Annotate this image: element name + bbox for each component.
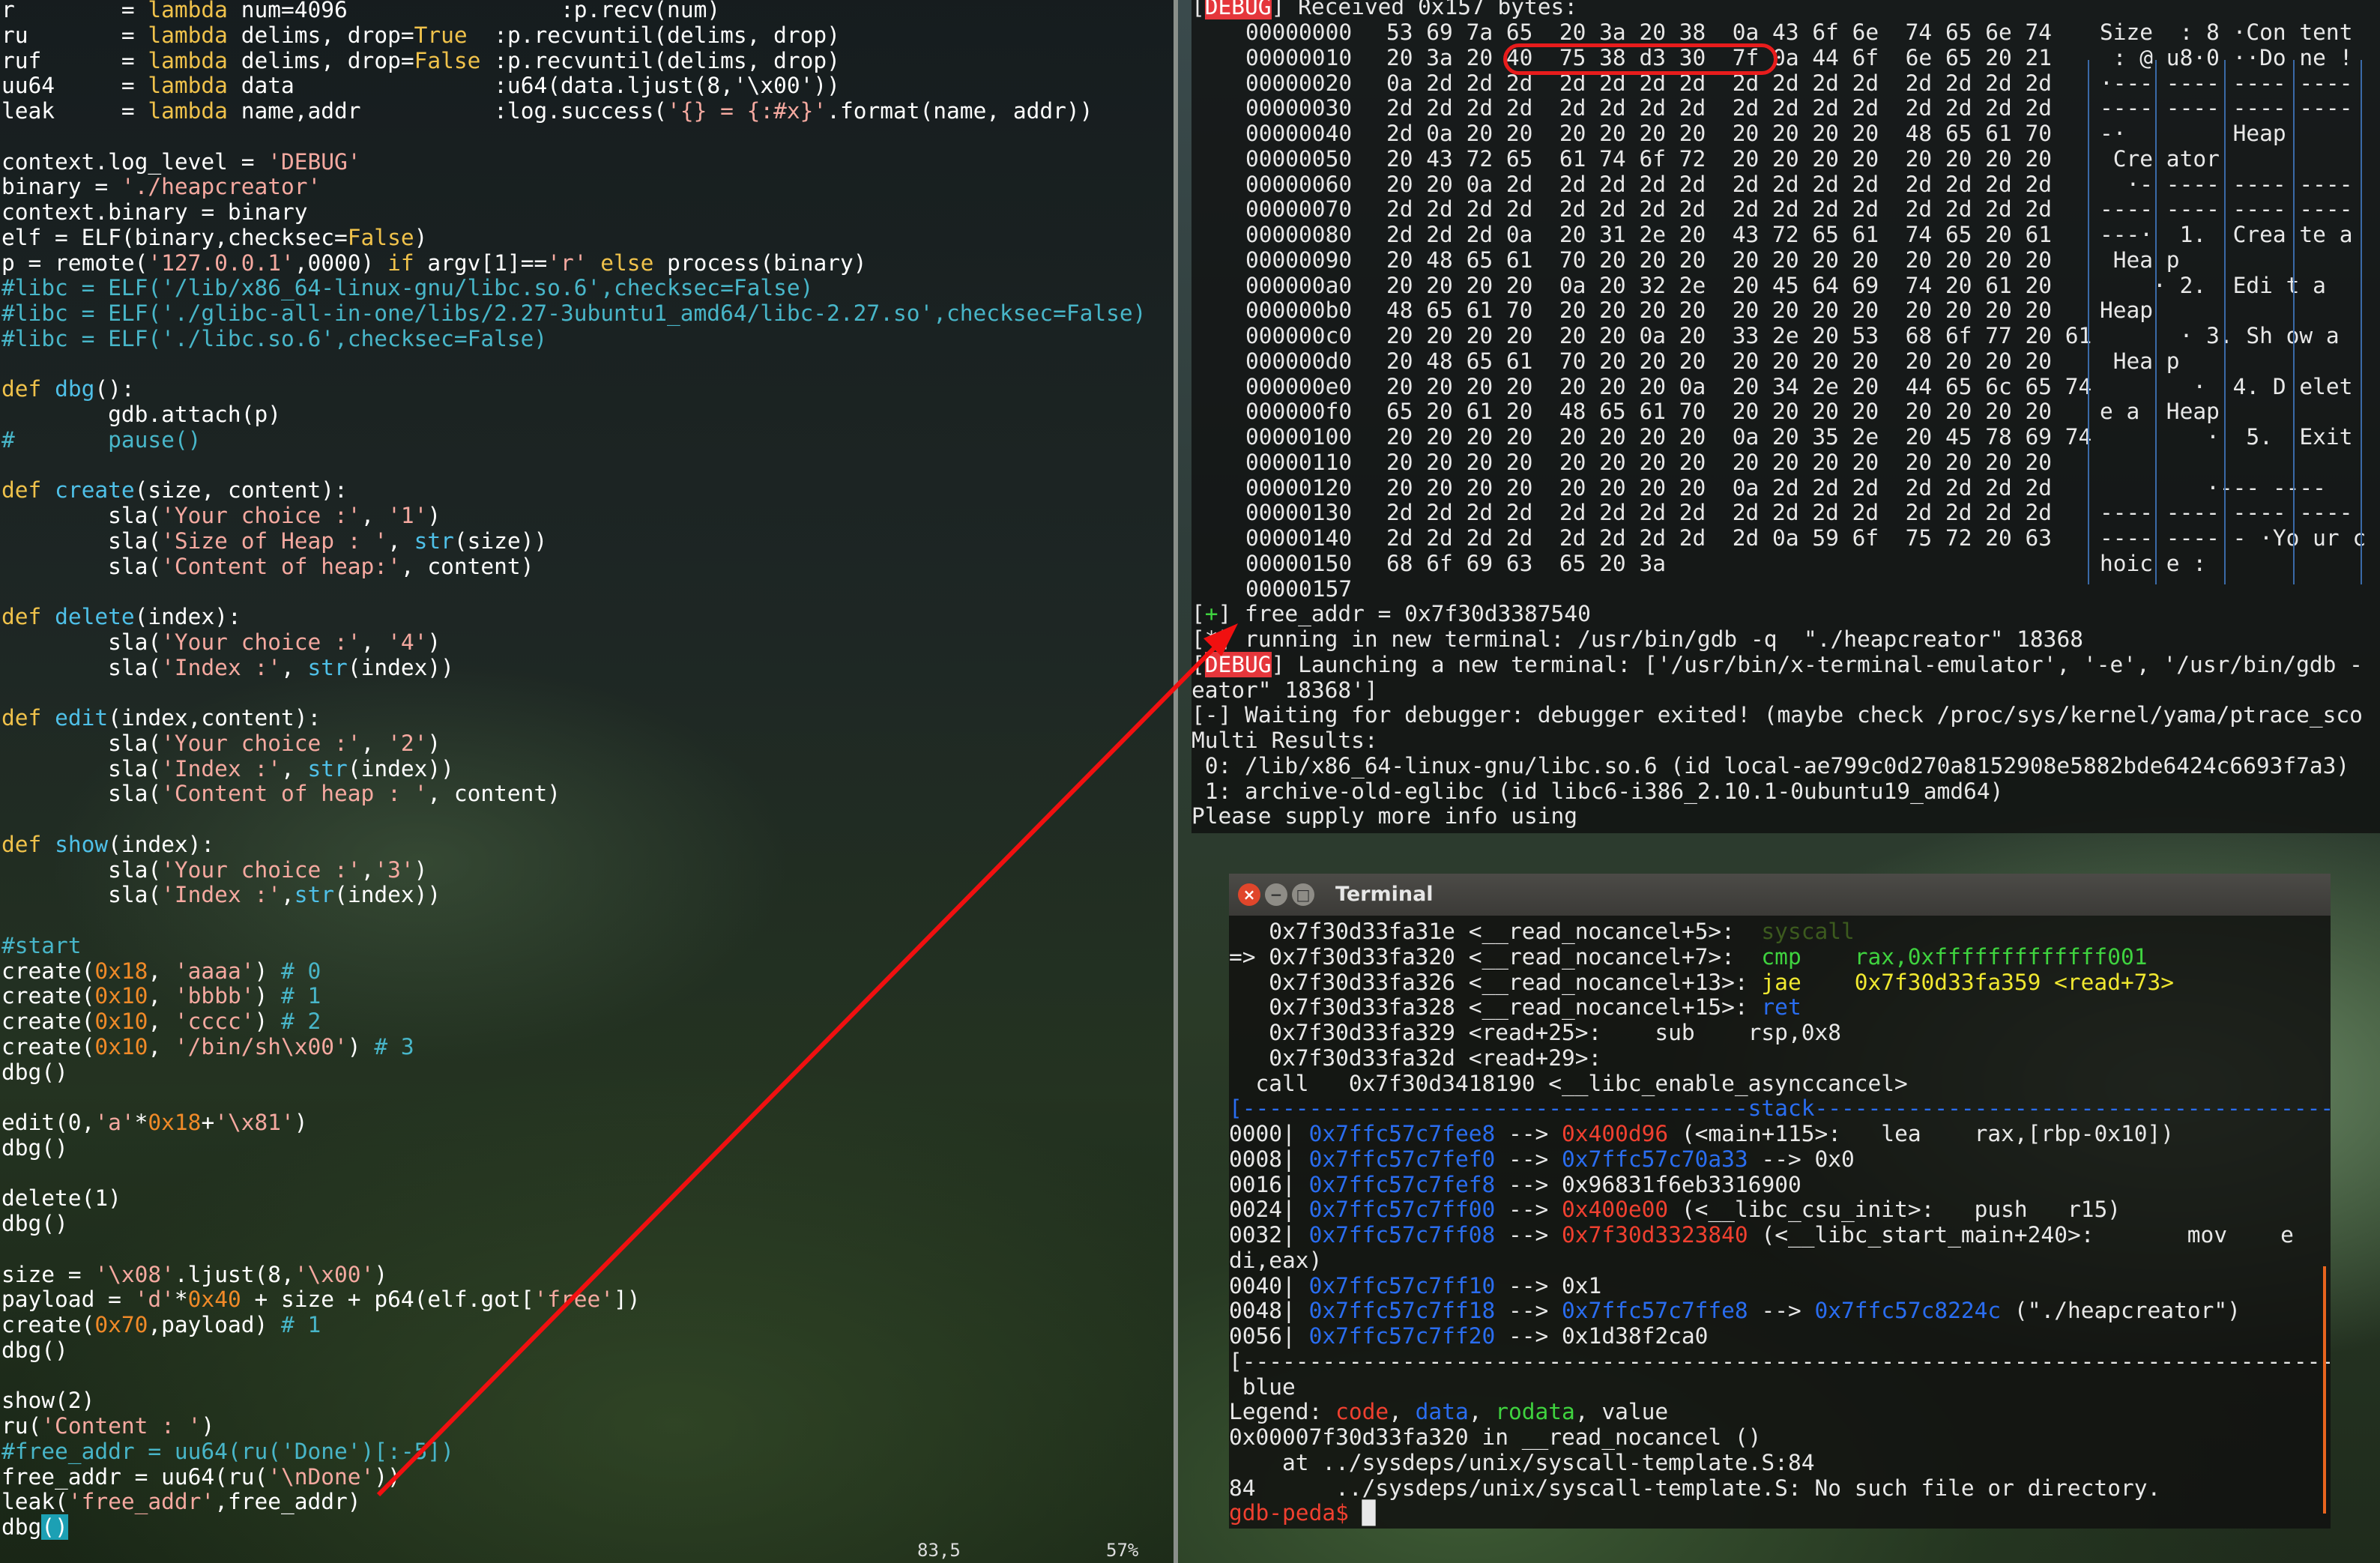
arrow-line <box>376 642 1220 1497</box>
annotation-arrow <box>376 623 1238 1497</box>
